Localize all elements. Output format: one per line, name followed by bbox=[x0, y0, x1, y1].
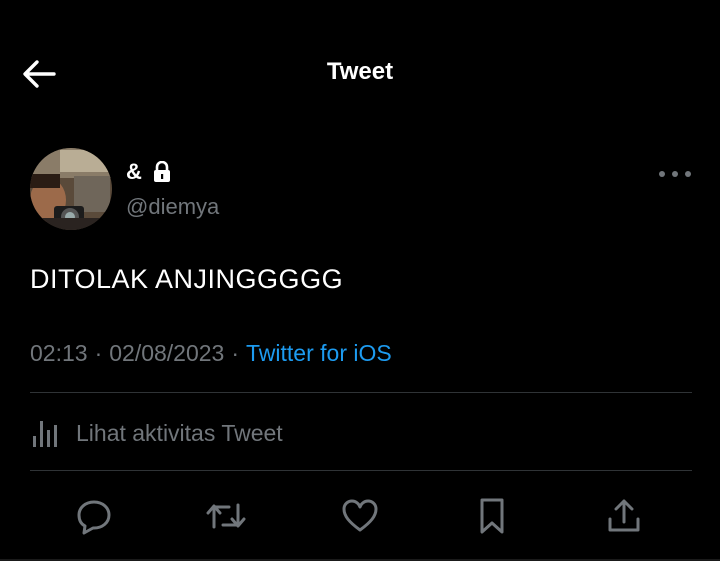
tweet-text: DITOLAK ANJINGGGGG bbox=[30, 264, 344, 294]
tweet-source-link[interactable]: Twitter for iOS bbox=[246, 340, 392, 367]
author-name-row: & bbox=[126, 157, 172, 187]
divider bbox=[30, 470, 692, 471]
lock-icon bbox=[153, 161, 170, 182]
avatar-image bbox=[30, 148, 112, 230]
analytics-icon bbox=[33, 421, 57, 447]
username-handle[interactable]: @diemya bbox=[126, 194, 219, 220]
more-horizontal-icon bbox=[659, 171, 691, 177]
tweet-activity-link[interactable]: Lihat aktivitas Tweet bbox=[30, 412, 283, 454]
top-bar: Tweet bbox=[0, 0, 720, 148]
reply-button[interactable] bbox=[72, 494, 116, 538]
meta-separator: · bbox=[231, 340, 240, 366]
share-icon bbox=[608, 499, 640, 532]
share-button[interactable] bbox=[602, 494, 646, 538]
retweet-button[interactable] bbox=[204, 494, 248, 538]
bookmark-button[interactable] bbox=[470, 494, 514, 538]
tweet-time: 02:13 bbox=[30, 340, 88, 366]
tweet-action-bar bbox=[0, 490, 720, 540]
retweet-icon bbox=[206, 503, 246, 529]
tweet-meta: 02:13 · 02/08/2023 · Twitter for iOS bbox=[30, 340, 392, 367]
like-icon bbox=[342, 499, 378, 532]
like-button[interactable] bbox=[338, 494, 382, 538]
meta-separator: · bbox=[94, 340, 103, 366]
divider bbox=[30, 392, 692, 393]
avatar[interactable] bbox=[30, 148, 112, 230]
page-title: Tweet bbox=[326, 58, 394, 85]
activity-label: Lihat aktivitas Tweet bbox=[76, 419, 283, 446]
bookmark-icon bbox=[480, 498, 504, 534]
more-options-button[interactable] bbox=[655, 162, 695, 186]
tweet-date: 02/08/2023 bbox=[109, 340, 225, 366]
display-name[interactable]: & bbox=[126, 159, 142, 185]
reply-icon bbox=[77, 500, 111, 535]
